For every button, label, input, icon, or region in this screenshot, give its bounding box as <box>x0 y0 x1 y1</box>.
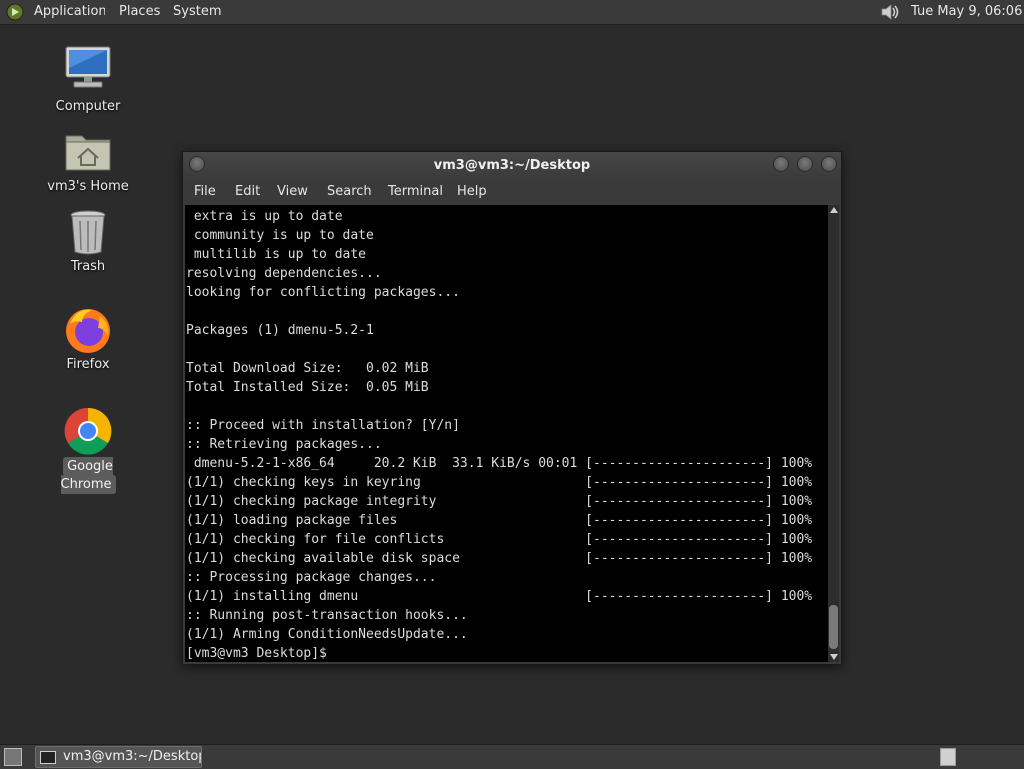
desktop-icon-computer[interactable]: Computer <box>38 44 138 118</box>
show-desktop-icon[interactable] <box>4 748 22 766</box>
window-title: vm3@vm3:~/Desktop <box>433 158 591 173</box>
volume-icon[interactable] <box>879 2 901 22</box>
terminal-output[interactable]: extra is up to date community is up to d… <box>185 205 828 662</box>
terminal-lines: extra is up to date community is up to d… <box>186 207 812 662</box>
taskbar-item-terminal[interactable]: vm3@vm3:~/Desktop <box>35 746 202 768</box>
terminal-line: (1/1) Arming ConditionNeedsUpdate... <box>186 627 468 642</box>
computer-icon <box>65 46 111 88</box>
terminal-line: looking for conflicting packages... <box>186 285 460 300</box>
top-panel: Applications Places System Tue May 9, 06… <box>0 0 1024 25</box>
minimize-button[interactable] <box>773 156 789 172</box>
workspace-switcher[interactable] <box>940 748 956 766</box>
title-bar[interactable]: vm3@vm3:~/Desktop <box>183 152 841 179</box>
mate-logo-icon[interactable] <box>6 3 24 21</box>
menu-search[interactable]: Search <box>327 179 372 205</box>
terminal-line: Total Download Size: 0.02 MiB <box>186 361 429 376</box>
terminal-line: :: Proceed with installation? [Y/n] <box>186 418 460 433</box>
system-menu[interactable]: System <box>173 0 221 24</box>
trash-icon <box>70 210 106 255</box>
desktop-icon-label: Firefox <box>66 357 110 372</box>
menu-file[interactable]: File <box>194 179 216 205</box>
scroll-thumb[interactable] <box>829 605 838 649</box>
terminal-line: Packages (1) dmenu-5.2-1 <box>186 323 374 338</box>
close-button[interactable] <box>821 156 837 172</box>
places-menu[interactable]: Places <box>119 0 160 24</box>
clock[interactable]: Tue May 9, 06:06 <box>911 0 1022 24</box>
terminal-window[interactable]: vm3@vm3:~/Desktop File Edit View Search … <box>182 151 842 665</box>
terminal-line: (1/1) loading package files [-----------… <box>186 513 813 528</box>
terminal-line: :: Processing package changes... <box>186 570 437 585</box>
scroll-up-arrow-icon[interactable] <box>830 207 838 213</box>
desktop-icon-chrome[interactable]: Google Chrome <box>38 406 138 494</box>
terminal-line: community is up to date <box>186 228 374 243</box>
taskbar-item-label: vm3@vm3:~/Desktop <box>63 749 202 764</box>
applications-menu[interactable]: Applications <box>34 0 105 24</box>
desktop-icon-label: Computer <box>55 99 121 114</box>
desktop-icon-label: Google Chrome <box>38 457 138 494</box>
desktop-icon-label-text: Google Chrome <box>60 457 116 494</box>
terminal-line: (1/1) installing dmenu [----------------… <box>186 589 813 604</box>
menu-help[interactable]: Help <box>457 179 487 205</box>
terminal-scrollbar[interactable] <box>828 205 839 662</box>
terminal-line: [vm3@vm3 Desktop]$ <box>186 646 335 661</box>
terminal-line: resolving dependencies... <box>186 266 382 281</box>
home-folder-icon <box>65 135 111 171</box>
desktop-icon-home[interactable]: vm3's Home <box>38 128 138 198</box>
terminal-line: (1/1) checking for file conflicts [-----… <box>186 532 813 547</box>
menu-terminal[interactable]: Terminal <box>388 179 443 205</box>
maximize-button[interactable] <box>797 156 813 172</box>
terminal-line: extra is up to date <box>186 209 343 224</box>
terminal-line: (1/1) checking keys in keyring [--------… <box>186 475 813 490</box>
desktop-icon-label: vm3's Home <box>47 179 129 194</box>
terminal-line: :: Retrieving packages... <box>186 437 382 452</box>
desktop-icon-label: Trash <box>70 259 106 274</box>
scroll-down-arrow-icon[interactable] <box>830 654 838 660</box>
chrome-icon <box>64 407 112 455</box>
terminal-line: dmenu-5.2-1-x86_64 20.2 KiB 33.1 KiB/s 0… <box>186 456 813 471</box>
terminal-line: (1/1) checking package integrity [------… <box>186 494 813 509</box>
terminal-line: multilib is up to date <box>186 247 367 262</box>
bottom-panel: vm3@vm3:~/Desktop <box>0 744 1024 769</box>
menu-edit[interactable]: Edit <box>235 179 260 205</box>
terminal-line: :: Running post-transaction hooks... <box>186 608 468 623</box>
menu-view[interactable]: View <box>277 179 308 205</box>
terminal-icon <box>40 751 56 764</box>
desktop-icon-firefox[interactable]: Firefox <box>38 306 138 376</box>
terminal-menubar: File Edit View Search Terminal Help <box>183 179 841 205</box>
terminal-line: (1/1) checking available disk space [---… <box>186 551 813 566</box>
terminal-line: Total Installed Size: 0.05 MiB <box>186 380 429 395</box>
desktop-icon-trash[interactable]: Trash <box>38 208 138 278</box>
firefox-icon <box>66 309 110 353</box>
